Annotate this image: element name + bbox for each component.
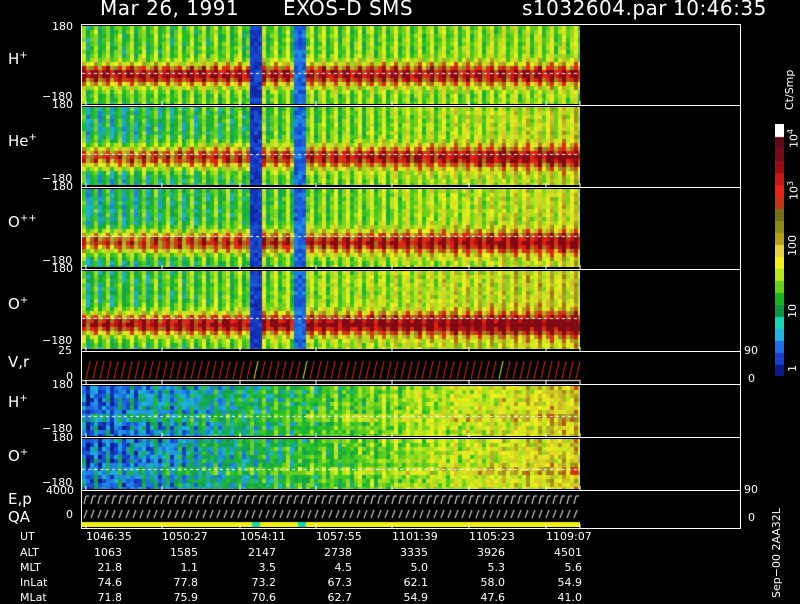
ytick-bot-7: 0: [66, 508, 73, 521]
footer-cell: 1.1: [180, 561, 199, 574]
colorbar-label-1000: 103: [786, 180, 800, 200]
ytick-top-0: 180: [52, 20, 73, 33]
label-o-plus-1: O+: [8, 295, 29, 313]
footer-cell: 62.1: [403, 576, 429, 589]
rtick-bot-7: 0: [748, 511, 755, 524]
ytick-top-3: 180: [52, 262, 73, 275]
footer-cell: 1057:55: [316, 530, 362, 543]
ytick-top-2: 180: [52, 180, 73, 193]
footer-cell: 74.6: [97, 576, 123, 589]
footer-cell: 75.9: [173, 591, 199, 604]
rtick-top-4: 90: [744, 344, 758, 357]
rtick-top-7: 90: [744, 483, 758, 496]
rtick-bot-4: 0: [748, 372, 755, 385]
footer-cell: 58.0: [480, 576, 506, 589]
label-qa: QA: [8, 508, 31, 526]
footer-cell: 41.0: [557, 591, 583, 604]
label-he-plus: He+: [8, 132, 37, 150]
ytick-top-4: 25: [58, 344, 72, 357]
ytick-top-5: 180: [52, 378, 73, 391]
footer-cell: 54.9: [403, 591, 429, 604]
label-h-plus-2: H+: [8, 393, 28, 411]
footer-cell: 67.3: [327, 576, 353, 589]
colorbar-label-10: 10: [786, 304, 799, 318]
colorbar: [775, 124, 784, 376]
processing-stamp: Sep−00 2AA32L: [770, 508, 783, 598]
footer-cell: 1101:39: [392, 530, 438, 543]
footer-cell: 77.8: [173, 576, 199, 589]
footer-cell: 1109:07: [546, 530, 592, 543]
footer-cell: 54.9: [557, 576, 583, 589]
footer-cell: 2738: [324, 546, 352, 559]
footer-cell: 3.5: [258, 561, 277, 574]
footer-cell: 1585: [170, 546, 198, 559]
footer-cell: 1063: [94, 546, 122, 559]
footer-cell: 1046:35: [86, 530, 132, 543]
footer-cell: 1050:27: [162, 530, 208, 543]
footer-cell: 4.5: [334, 561, 353, 574]
ytick-top-1: 180: [52, 98, 73, 111]
footer-row-label: MLat: [20, 591, 47, 604]
footer-cell: 70.6: [251, 591, 277, 604]
footer-cell: 3926: [477, 546, 505, 559]
footer-cell: 73.2: [251, 576, 277, 589]
colorbar-label-1: 1: [786, 365, 799, 372]
footer-row-label: ALT: [20, 546, 39, 559]
label-energy: E,p: [8, 490, 32, 508]
label-h-plus-1: H+: [8, 50, 28, 68]
footer-cell: 1054:11: [240, 530, 286, 543]
footer-cell: 71.8: [97, 591, 123, 604]
label-o-plusplus: O++: [8, 213, 37, 231]
footer-cell: 3335: [400, 546, 428, 559]
colorbar-label-10000: 104: [786, 128, 800, 148]
footer-cell: 5.6: [564, 561, 583, 574]
footer-cell: 2147: [248, 546, 276, 559]
axis-frames: [81, 24, 741, 529]
footer-cell: 4501: [554, 546, 582, 559]
footer-cell: 5.0: [410, 561, 429, 574]
footer-cell: 47.6: [480, 591, 506, 604]
colorbar-units: Ct/Smp: [783, 69, 796, 110]
ytick-top-6: 180: [52, 431, 73, 444]
ytick-top-7: 4000: [46, 484, 74, 497]
label-velocity: V,r: [8, 353, 30, 371]
footer-cell: 21.8: [97, 561, 123, 574]
footer-cell: 1105:23: [469, 530, 515, 543]
colorbar-label-100: 100: [786, 235, 799, 256]
footer-row-label: MLT: [20, 561, 41, 574]
footer-row-label: UT: [20, 530, 35, 543]
footer-cell: 5.3: [487, 561, 506, 574]
footer-cell: 62.7: [327, 591, 353, 604]
label-o-plus-2: O+: [8, 447, 29, 465]
footer-row-label: InLat: [20, 576, 48, 589]
